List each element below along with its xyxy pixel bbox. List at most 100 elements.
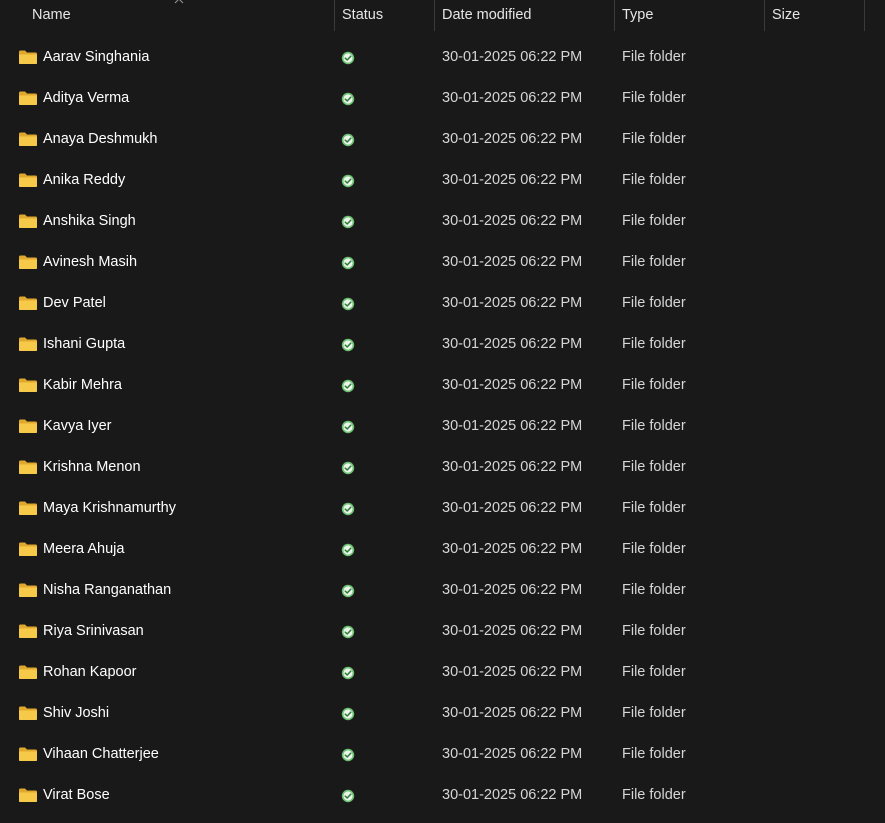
folder-name[interactable]: Krishna Menon: [43, 447, 141, 488]
item-type: File folder: [622, 295, 686, 311]
folder-name[interactable]: Kavya Iyer: [43, 406, 112, 447]
synced-check-icon: [341, 256, 355, 270]
folder-icon: [19, 419, 37, 433]
column-header-size[interactable]: Size: [764, 0, 864, 31]
column-header-type[interactable]: Type: [614, 0, 764, 31]
folder-icon: [19, 173, 37, 187]
synced-check-icon: [341, 133, 355, 147]
synced-check-icon: [341, 338, 355, 352]
folder-row[interactable]: Riya Srinivasan 30-01-2025 06:22 PM File f…: [0, 611, 885, 652]
folder-row[interactable]: Anika Reddy 30-01-2025 06:22 PM File folde…: [0, 160, 885, 201]
folder-row[interactable]: Aditya Verma 30-01-2025 06:22 PM File fold…: [0, 78, 885, 119]
item-type: File folder: [622, 254, 686, 270]
column-header-bar: Name Status Date modified Type Size: [0, 0, 885, 31]
date-modified: 30-01-2025 06:22 PM: [442, 295, 583, 311]
folder-name[interactable]: Aarav Singhania: [43, 37, 149, 78]
item-type: File folder: [622, 787, 686, 803]
folder-icon: [19, 460, 37, 474]
folder-row[interactable]: Aarav Singhania 30-01-2025 06:22 PM File f…: [0, 37, 885, 78]
date-modified: 30-01-2025 06:22 PM: [442, 49, 583, 65]
folder-icon: [19, 132, 37, 146]
synced-check-icon: [341, 748, 355, 762]
date-modified: 30-01-2025 06:22 PM: [442, 705, 583, 721]
date-modified: 30-01-2025 06:22 PM: [442, 623, 583, 639]
synced-check-icon: [341, 379, 355, 393]
item-type: File folder: [622, 49, 686, 65]
folder-name[interactable]: Riya Srinivasan: [43, 611, 144, 652]
folder-name[interactable]: Maya Krishnamurthy: [43, 488, 176, 529]
column-header-status[interactable]: Status: [334, 0, 434, 31]
synced-check-icon: [341, 625, 355, 639]
folder-name[interactable]: Shiv Joshi: [43, 693, 109, 734]
date-modified: 30-01-2025 06:22 PM: [442, 418, 583, 434]
folder-name[interactable]: Kabir Mehra: [43, 365, 122, 406]
folder-row[interactable]: Anshika Singh 30-01-2025 06:22 PM File fol…: [0, 201, 885, 242]
folder-name[interactable]: Nisha Ranganathan: [43, 570, 171, 611]
folder-name[interactable]: Dev Patel: [43, 283, 106, 324]
folder-row[interactable]: Maya Krishnamurthy 30-01-2025 06:22 PM Fil…: [0, 488, 885, 529]
folder-name[interactable]: Rohan Kapoor: [43, 652, 137, 693]
synced-check-icon: [341, 707, 355, 721]
synced-check-icon: [341, 174, 355, 188]
synced-check-icon: [341, 461, 355, 475]
item-type: File folder: [622, 131, 686, 147]
synced-check-icon: [341, 51, 355, 65]
folder-row[interactable]: Nisha Ranganathan 30-01-2025 06:22 PM File…: [0, 570, 885, 611]
folder-icon: [19, 296, 37, 310]
date-modified: 30-01-2025 06:22 PM: [442, 254, 583, 270]
folder-name[interactable]: Virat Bose: [43, 775, 110, 816]
item-type: File folder: [622, 500, 686, 516]
folder-icon: [19, 501, 37, 515]
date-modified: 30-01-2025 06:22 PM: [442, 213, 583, 229]
folder-icon: [19, 378, 37, 392]
folder-row[interactable]: Ishani Gupta 30-01-2025 06:22 PM File fold…: [0, 324, 885, 365]
folder-name[interactable]: Aditya Verma: [43, 78, 129, 119]
folder-icon: [19, 788, 37, 802]
column-header-date-modified[interactable]: Date modified: [434, 0, 614, 31]
date-modified: 30-01-2025 06:22 PM: [442, 172, 583, 188]
folder-name[interactable]: Vihaan Chatterjee: [43, 734, 159, 775]
synced-check-icon: [341, 502, 355, 516]
folder-name[interactable]: Anaya Deshmukh: [43, 119, 157, 160]
folder-name[interactable]: Anshika Singh: [43, 201, 136, 242]
item-type: File folder: [622, 664, 686, 680]
date-modified: 30-01-2025 06:22 PM: [442, 746, 583, 762]
folder-name[interactable]: Meera Ahuja: [43, 529, 124, 570]
folder-row[interactable]: Avinesh Masih 30-01-2025 06:22 PM File fol…: [0, 242, 885, 283]
column-header-name[interactable]: Name: [24, 0, 334, 31]
folder-row[interactable]: Shiv Joshi 30-01-2025 06:22 PM File folder: [0, 693, 885, 734]
date-modified: 30-01-2025 06:22 PM: [442, 90, 583, 106]
folder-row[interactable]: Vihaan Chatterjee 30-01-2025 06:22 PM File…: [0, 734, 885, 775]
folder-row[interactable]: Meera Ahuja 30-01-2025 06:22 PM File folde…: [0, 529, 885, 570]
date-modified: 30-01-2025 06:22 PM: [442, 582, 583, 598]
folder-icon: [19, 706, 37, 720]
folder-name[interactable]: Anika Reddy: [43, 160, 125, 201]
date-modified: 30-01-2025 06:22 PM: [442, 500, 583, 516]
folder-row[interactable]: Dev Patel 30-01-2025 06:22 PM File folder: [0, 283, 885, 324]
file-list: Aarav Singhania 30-01-2025 06:22 PM File f…: [0, 37, 885, 816]
item-type: File folder: [622, 418, 686, 434]
folder-name[interactable]: Avinesh Masih: [43, 242, 137, 283]
folder-row[interactable]: Kabir Mehra 30-01-2025 06:22 PM File folde…: [0, 365, 885, 406]
folder-icon: [19, 542, 37, 556]
synced-check-icon: [341, 543, 355, 557]
date-modified: 30-01-2025 06:22 PM: [442, 664, 583, 680]
date-modified: 30-01-2025 06:22 PM: [442, 336, 583, 352]
folder-icon: [19, 255, 37, 269]
folder-name[interactable]: Ishani Gupta: [43, 324, 125, 365]
item-type: File folder: [622, 746, 686, 762]
folder-row[interactable]: Virat Bose 30-01-2025 06:22 PM File folder: [0, 775, 885, 816]
synced-check-icon: [341, 215, 355, 229]
folder-row[interactable]: Krishna Menon 30-01-2025 06:22 PM File fol…: [0, 447, 885, 488]
item-type: File folder: [622, 90, 686, 106]
folder-row[interactable]: Anaya Deshmukh 30-01-2025 06:22 PM File fo…: [0, 119, 885, 160]
column-divider[interactable]: [864, 0, 865, 31]
date-modified: 30-01-2025 06:22 PM: [442, 541, 583, 557]
folder-icon: [19, 91, 37, 105]
folder-row[interactable]: Rohan Kapoor 30-01-2025 06:22 PM File fold…: [0, 652, 885, 693]
folder-row[interactable]: Kavya Iyer 30-01-2025 06:22 PM File folder: [0, 406, 885, 447]
folder-icon: [19, 214, 37, 228]
folder-icon: [19, 624, 37, 638]
item-type: File folder: [622, 336, 686, 352]
date-modified: 30-01-2025 06:22 PM: [442, 377, 583, 393]
